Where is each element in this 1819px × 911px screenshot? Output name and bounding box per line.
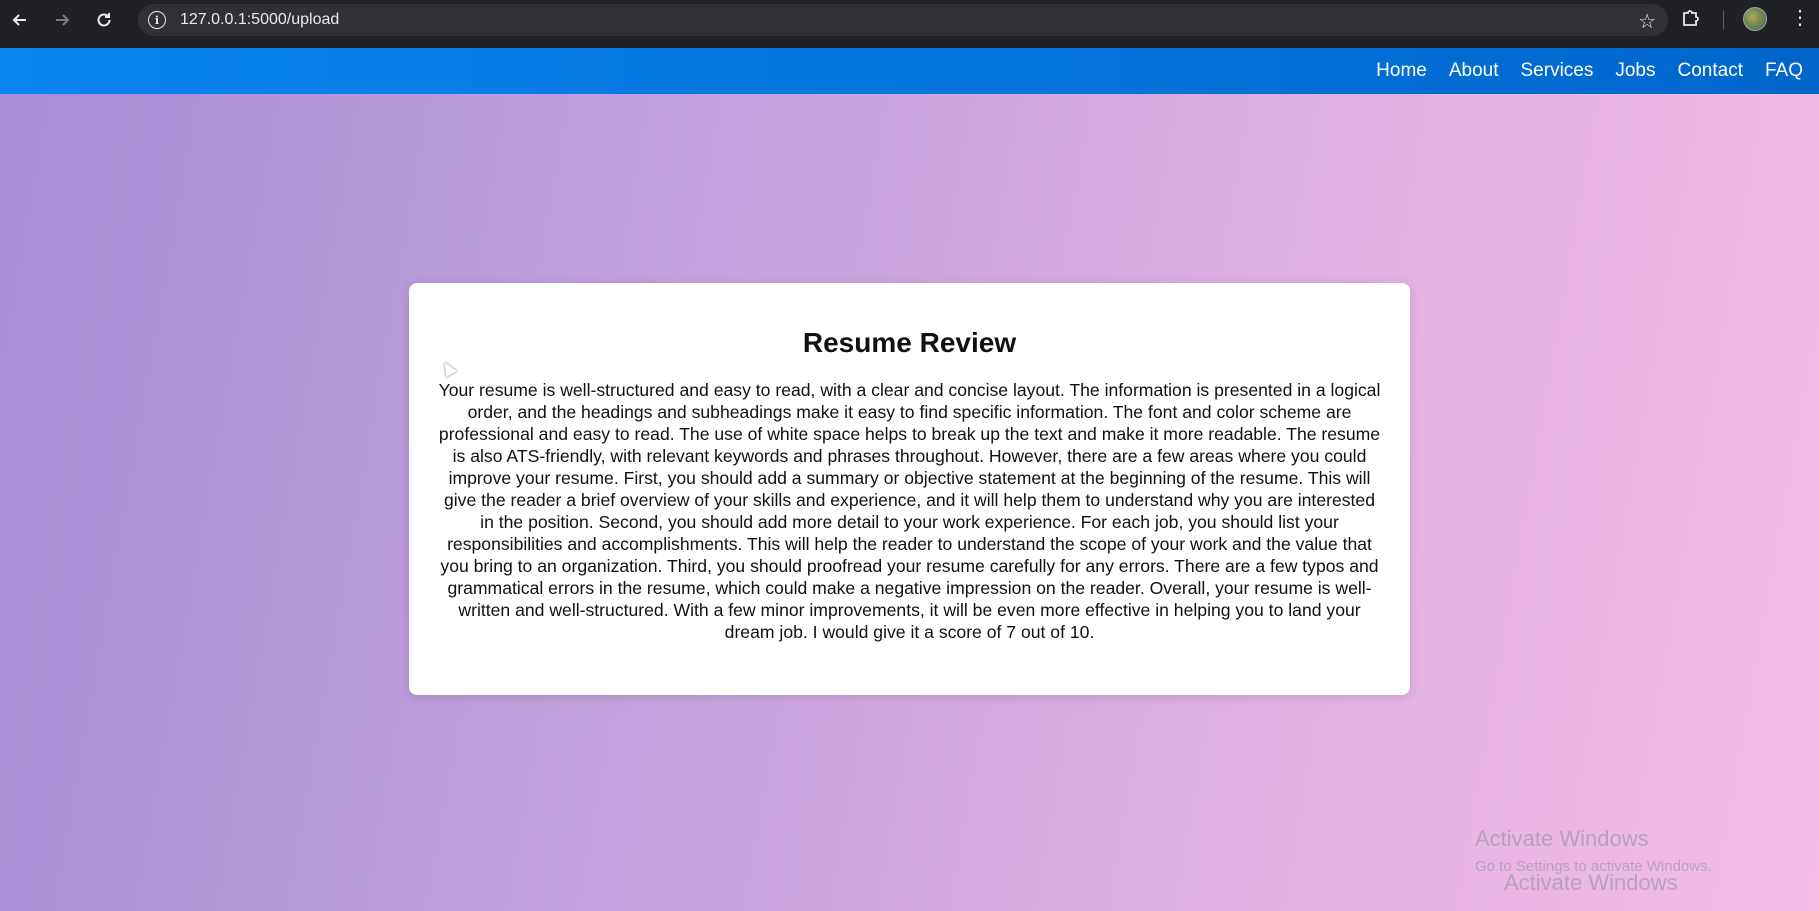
- puzzle-icon[interactable]: [1680, 7, 1702, 29]
- back-icon[interactable]: [8, 8, 32, 32]
- mouse-cursor-icon: [439, 358, 457, 378]
- toolbar-divider: [1723, 10, 1724, 30]
- watermark-title-repeat: Activate Windows: [1504, 870, 1678, 895]
- avatar[interactable]: [1743, 7, 1767, 31]
- nav-jobs[interactable]: Jobs: [1615, 60, 1655, 82]
- review-body: Your resume is well-structured and easy …: [438, 380, 1381, 642]
- star-icon[interactable]: ☆: [1638, 9, 1656, 34]
- nav-home[interactable]: Home: [1376, 60, 1427, 82]
- nav-about[interactable]: About: [1449, 60, 1499, 82]
- kebab-menu-icon[interactable]: ⋮: [1790, 6, 1810, 30]
- url-text[interactable]: 127.0.0.1:5000/upload: [180, 11, 339, 29]
- page-content: Home About Services Jobs Contact FAQ Res…: [0, 48, 1819, 911]
- site-nav: Home About Services Jobs Contact FAQ: [0, 48, 1819, 94]
- nav-contact[interactable]: Contact: [1678, 60, 1743, 82]
- reload-icon[interactable]: [92, 8, 116, 32]
- browser-toolbar: i 127.0.0.1:5000/upload ☆ ⋮: [0, 0, 1819, 48]
- nav-faq[interactable]: FAQ: [1765, 60, 1803, 82]
- address-bar[interactable]: i 127.0.0.1:5000/upload ☆: [138, 4, 1668, 36]
- review-card: Resume Review Your resume is well-struct…: [409, 283, 1410, 695]
- review-title: Resume Review: [802, 327, 1017, 358]
- nav-services[interactable]: Services: [1521, 60, 1594, 82]
- forward-icon[interactable]: [50, 8, 74, 32]
- activate-windows-watermark: Activate Windows Go to Settings to activ…: [1475, 826, 1712, 875]
- watermark-title: Activate Windows: [1475, 826, 1649, 851]
- info-icon[interactable]: i: [148, 11, 166, 29]
